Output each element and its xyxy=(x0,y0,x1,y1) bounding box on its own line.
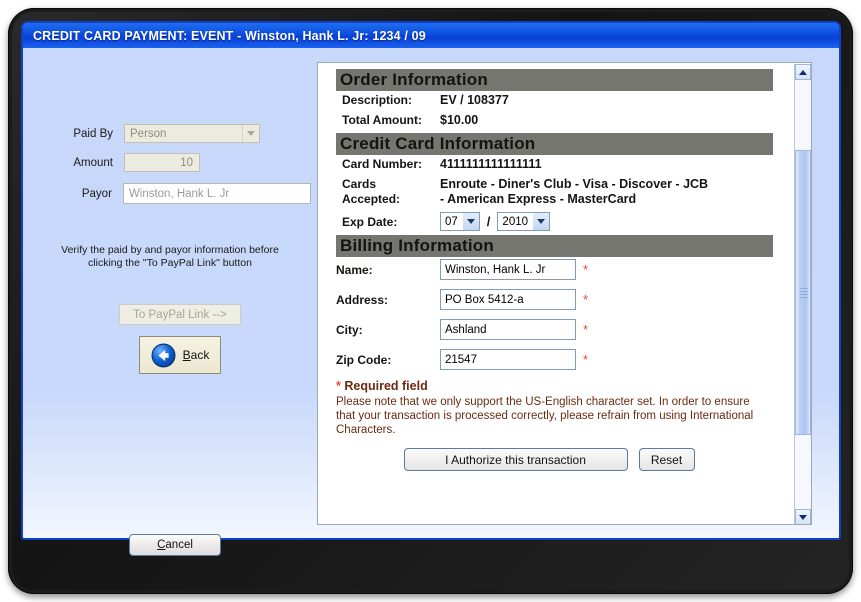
paid-by-label: Paid By xyxy=(73,127,113,140)
card-number-row: Card Number: 4111111111111111 xyxy=(336,157,782,172)
chevron-down-icon xyxy=(799,514,807,520)
billing-address-row: Address: PO Box 5412-a * xyxy=(336,289,782,310)
billing-city-input[interactable]: Ashland xyxy=(440,319,576,340)
required-asterisk: * xyxy=(336,379,341,393)
cards-accepted-row: Cards Accepted: Enroute - Diner's Club -… xyxy=(336,177,782,207)
scrollbar-track-bottom[interactable] xyxy=(795,435,811,509)
back-arrow-icon xyxy=(151,343,176,368)
billing-name-value: Winston, Hank L. Jr xyxy=(445,263,546,276)
payor-row: Payor Winston, Hank L. Jr xyxy=(61,183,311,204)
billing-information-heading: Billing Information xyxy=(336,235,773,257)
paid-by-value: Person xyxy=(130,127,167,140)
exp-date-row: Exp Date: 07 / 2010 xyxy=(336,212,782,231)
billing-name-input[interactable]: Winston, Hank L. Jr xyxy=(440,259,576,280)
billing-zip-value: 21547 xyxy=(445,353,477,366)
window-titlebar: CREDIT CARD PAYMENT: EVENT - Winston, Ha… xyxy=(23,23,839,48)
authorize-transaction-button[interactable]: I Authorize this transaction xyxy=(403,448,628,471)
amount-value: 10 xyxy=(180,156,193,169)
chevron-up-icon xyxy=(799,69,807,75)
billing-name-label: Name: xyxy=(336,262,373,277)
scroll-up-button[interactable] xyxy=(795,64,811,80)
card-number-value: 4111111111111111 xyxy=(440,157,542,171)
required-asterisk: * xyxy=(583,352,589,367)
payment-details-content: Order Information Description: EV / 1083… xyxy=(318,63,790,524)
credit-card-information-heading: Credit Card Information xyxy=(336,133,773,155)
scrollbar-track-top[interactable] xyxy=(795,80,811,150)
amount-input[interactable]: 10 xyxy=(124,153,200,172)
required-field-label: Required field xyxy=(344,379,428,393)
billing-zip-row: Zip Code: 21547 * xyxy=(336,349,782,370)
billing-city-value: Ashland xyxy=(445,323,487,336)
billing-name-row: Name: Winston, Hank L. Jr * xyxy=(336,259,782,280)
exp-date-label: Exp Date: xyxy=(342,214,398,229)
billing-zip-input[interactable]: 21547 xyxy=(440,349,576,370)
charset-note: Please note that we only support the US-… xyxy=(336,396,754,436)
verify-instruction-text: Verify the paid by and payor information… xyxy=(61,244,279,269)
cards-accepted-label: Cards Accepted: xyxy=(342,177,401,206)
billing-address-value: PO Box 5412-a xyxy=(445,293,524,306)
billing-city-row: City: Ashland * xyxy=(336,319,782,340)
grip-icon xyxy=(800,287,808,298)
back-button-label: Back xyxy=(182,348,210,362)
required-asterisk: * xyxy=(583,322,589,337)
exp-month-select[interactable]: 07 xyxy=(440,212,480,231)
order-information-heading: Order Information xyxy=(336,69,773,91)
chevron-down-icon xyxy=(462,213,479,230)
exp-year-value: 2010 xyxy=(502,215,529,228)
payment-details-panel: Order Information Description: EV / 1083… xyxy=(317,62,812,525)
window-title: CREDIT CARD PAYMENT: EVENT - Winston, Ha… xyxy=(33,28,426,43)
billing-address-input[interactable]: PO Box 5412-a xyxy=(440,289,576,310)
cancel-button-label: Cancel xyxy=(157,539,193,551)
payor-label: Payor xyxy=(81,187,112,200)
payor-input[interactable]: Winston, Hank L. Jr xyxy=(122,183,311,204)
paid-by-select[interactable]: Person xyxy=(124,124,260,143)
billing-zip-label: Zip Code: xyxy=(336,352,392,367)
required-asterisk: * xyxy=(583,292,589,307)
reset-button[interactable]: Reset xyxy=(638,448,695,471)
left-form-pane: Paid By Person Amount 10 Payor Winston, … xyxy=(23,48,315,556)
back-button[interactable]: Back xyxy=(139,336,221,374)
to-paypal-link-button[interactable]: To PayPal Link --> xyxy=(119,304,241,325)
amount-row: Amount 10 xyxy=(61,153,291,172)
required-asterisk: * xyxy=(583,262,589,277)
billing-city-label: City: xyxy=(336,322,363,337)
cancel-button[interactable]: Cancel xyxy=(129,534,221,556)
description-row: Description: EV / 108377 xyxy=(336,93,782,108)
panel-scrollbar[interactable] xyxy=(794,64,811,524)
exp-date-separator: / xyxy=(486,214,491,229)
card-number-label: Card Number: xyxy=(342,157,423,171)
total-amount-label: Total Amount: xyxy=(342,113,422,127)
paid-by-row: Paid By Person xyxy=(61,124,291,143)
total-amount-value: $10.00 xyxy=(440,113,479,127)
total-amount-row: Total Amount: $10.00 xyxy=(336,113,782,128)
amount-label: Amount xyxy=(73,156,113,169)
required-field-legend: * Required field xyxy=(336,379,782,393)
cards-accepted-value: Enroute - Diner's Club - Visa - Discover… xyxy=(440,177,709,206)
billing-address-label: Address: xyxy=(336,292,389,307)
exp-month-value: 07 xyxy=(445,215,458,228)
payor-value: Winston, Hank L. Jr xyxy=(128,187,230,200)
scroll-down-button[interactable] xyxy=(795,509,811,524)
chevron-down-icon xyxy=(242,125,259,142)
credit-card-payment-window: CREDIT CARD PAYMENT: EVENT - Winston, Ha… xyxy=(21,21,841,556)
scrollbar-thumb[interactable] xyxy=(795,150,811,435)
description-value: EV / 108377 xyxy=(440,93,509,107)
exp-year-select[interactable]: 2010 xyxy=(497,212,551,231)
action-button-row: I Authorize this transaction Reset xyxy=(336,448,782,471)
chevron-down-icon xyxy=(533,213,550,230)
description-label: Description: xyxy=(342,93,413,107)
